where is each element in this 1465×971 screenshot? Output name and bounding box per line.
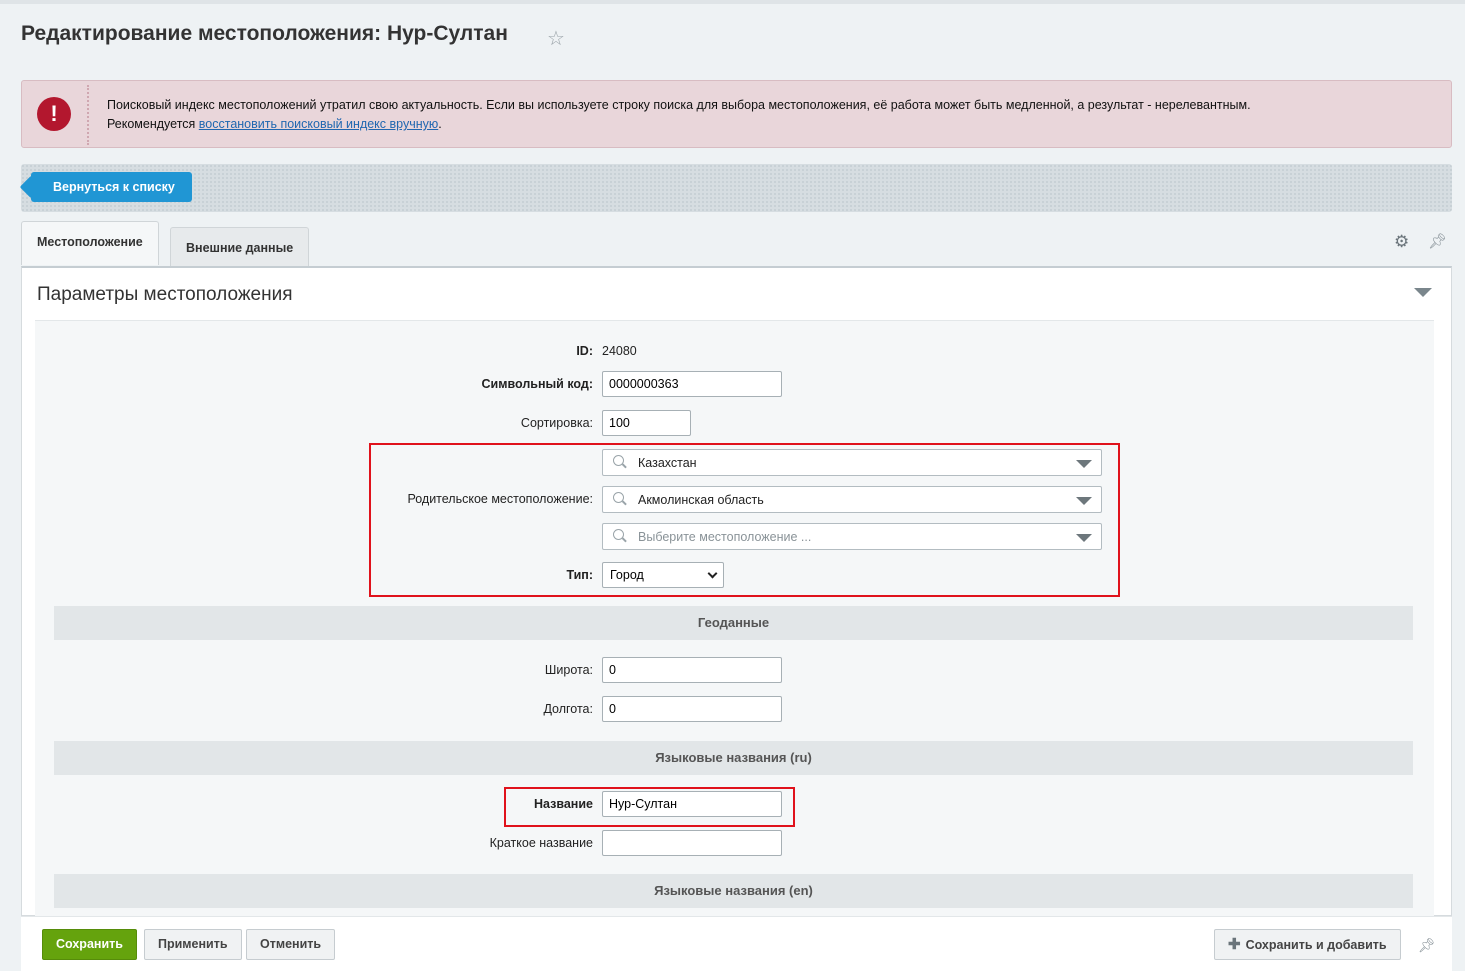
type-label: Тип:: [566, 568, 593, 582]
search-icon: [613, 492, 624, 503]
search-icon: [613, 529, 624, 540]
gear-icon[interactable]: ⚙: [1394, 232, 1409, 252]
chevron-down-icon: [707, 568, 718, 579]
tab-location[interactable]: Местоположение: [21, 221, 159, 265]
chevron-down-icon: [1076, 534, 1092, 542]
parent-level3-placeholder: Выберите местоположение ...: [638, 530, 812, 544]
context-toolbar: Вернуться к списку: [21, 164, 1452, 212]
search-icon: [613, 455, 624, 466]
short-name-input[interactable]: [602, 830, 782, 856]
alert-divider: [87, 85, 89, 145]
ru-names-section-header: Языковые названия (ru): [54, 741, 1413, 775]
parent-level3-select[interactable]: Выберите местоположение ...: [602, 523, 1102, 550]
en-names-section-header: Языковые названия (en): [54, 874, 1413, 908]
code-label: Символьный код:: [481, 377, 593, 391]
parent-level2-select[interactable]: Акмолинская область: [602, 486, 1102, 513]
plus-icon: ✚: [1228, 936, 1241, 953]
pin-icon[interactable]: 📌︎: [1418, 937, 1436, 954]
tabs-bar: Местоположение Внешние данные ⚙ 📌︎: [21, 220, 1452, 268]
tab-external-data[interactable]: Внешние данные: [170, 227, 310, 267]
warning-alert: ! Поисковый индекс местоположений утрати…: [21, 80, 1452, 148]
cancel-button[interactable]: Отменить: [246, 929, 336, 960]
alert-exclamation-icon: !: [37, 97, 71, 131]
favorite-star-icon[interactable]: ☆: [547, 26, 565, 51]
name-label: Название: [533, 797, 593, 811]
back-to-list-button[interactable]: Вернуться к списку: [31, 172, 192, 202]
name-input[interactable]: [602, 791, 782, 817]
lat-label: Широта:: [544, 663, 593, 677]
panel-title: Параметры местоположения: [37, 284, 293, 305]
apply-button[interactable]: Применить: [144, 929, 242, 960]
save-and-add-button[interactable]: ✚ Сохранить и добавить: [1214, 929, 1401, 960]
parent-level1-value: Казахстан: [638, 456, 697, 470]
type-select-value: Город: [610, 568, 644, 582]
back-to-list-label: Вернуться к списку: [53, 180, 175, 194]
chevron-down-icon: [1076, 460, 1092, 468]
alert-text-line1: Поисковый индекс местоположений утратил …: [107, 98, 1251, 112]
lon-label: Долгота:: [543, 702, 593, 716]
alert-text-suffix: .: [438, 117, 442, 131]
alert-message: Поисковый индекс местоположений утратил …: [107, 96, 1427, 134]
lat-input[interactable]: [602, 657, 782, 683]
id-label: ID:: [576, 344, 593, 358]
rebuild-index-link[interactable]: восстановить поисковый индекс вручную: [199, 117, 438, 131]
alert-text-prefix: Рекомендуется: [107, 117, 199, 131]
sort-input[interactable]: [602, 410, 691, 436]
code-input[interactable]: [602, 371, 782, 397]
top-strip: [0, 0, 1465, 4]
chevron-down-icon: [1076, 497, 1092, 505]
pin-icon[interactable]: 📌︎: [1428, 232, 1447, 250]
sort-label: Сортировка:: [520, 416, 593, 430]
save-button[interactable]: Сохранить: [42, 929, 137, 960]
geo-section-header: Геоданные: [54, 606, 1413, 640]
page-title: Редактирование местоположения: Нур-Султа…: [21, 22, 508, 45]
short-name-label: Краткое название: [489, 836, 593, 850]
parent-level1-select[interactable]: Казахстан: [602, 449, 1102, 476]
collapse-chevron-icon[interactable]: [1414, 288, 1432, 297]
save-and-add-label: Сохранить и добавить: [1245, 938, 1387, 952]
footer-action-bar: Сохранить Применить Отменить ✚ Сохранить …: [21, 916, 1452, 971]
id-value: 24080: [602, 344, 637, 358]
parent-level2-value: Акмолинская область: [638, 493, 764, 507]
parent-label: Родительское местоположение:: [407, 492, 593, 506]
type-select[interactable]: Город: [602, 562, 724, 588]
lon-input[interactable]: [602, 696, 782, 722]
